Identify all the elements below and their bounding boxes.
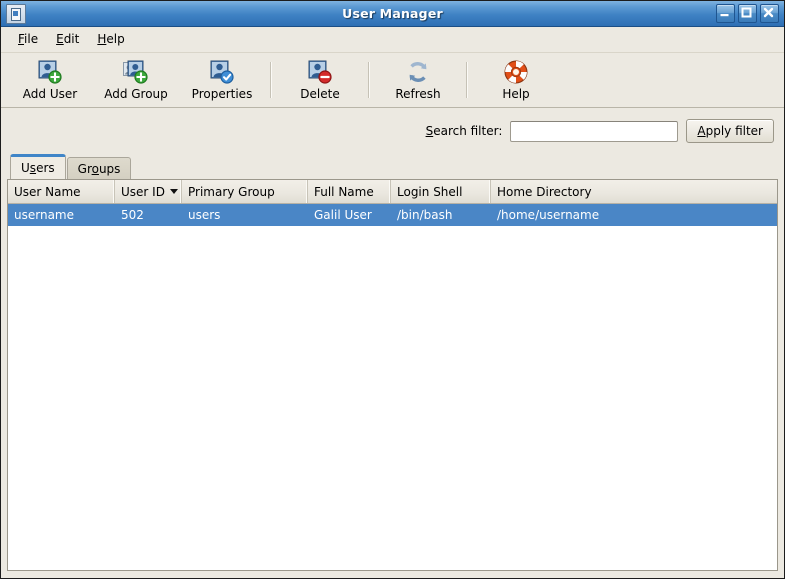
- toolbar-separator-3: [466, 62, 468, 98]
- cell-login-shell: /bin/bash: [397, 208, 453, 222]
- column-header-login-shell-label: Login Shell: [397, 184, 463, 199]
- cell-home-directory: /home/username: [497, 208, 600, 222]
- maximize-button[interactable]: [738, 4, 757, 23]
- properties-label: Properties: [191, 87, 253, 101]
- column-header-user-name-label: User Name: [14, 184, 81, 199]
- menu-edit-rest: dit: [63, 32, 80, 46]
- column-header-user-id-label: User ID: [121, 184, 165, 199]
- search-filter-label: Search filter:: [426, 124, 503, 138]
- column-header-primary-group-label: Primary Group: [188, 184, 275, 199]
- tab-panel: Users Groups User Name User ID Primary G…: [1, 154, 784, 578]
- help-icon: [503, 59, 529, 85]
- column-header-user-name[interactable]: User Name: [8, 180, 115, 203]
- search-filter-input[interactable]: [510, 120, 679, 142]
- cell-full-name: Galil User: [314, 208, 372, 222]
- sort-descending-icon: [169, 189, 178, 194]
- user-manager-window: User Manager File Edit Help Add User Add…: [0, 0, 785, 579]
- add-group-icon: [123, 59, 149, 85]
- add-user-button[interactable]: Add User: [7, 54, 93, 106]
- apply-filter-button[interactable]: Apply filter: [686, 119, 774, 143]
- refresh-icon: [405, 59, 431, 85]
- toolbar-separator-2: [368, 62, 370, 98]
- properties-button[interactable]: Properties: [179, 54, 265, 106]
- filter-bar: Search filter: Apply filter: [1, 108, 784, 154]
- list-body: username 502 users Galil User /bin/bash …: [8, 204, 777, 570]
- tab-users[interactable]: Users: [10, 154, 66, 179]
- cell-primary-group: users: [188, 208, 221, 222]
- window-title: User Manager: [342, 6, 443, 21]
- add-user-label: Add User: [22, 87, 78, 101]
- window-controls: [716, 4, 781, 23]
- delete-label: Delete: [300, 87, 340, 101]
- column-header-home-directory-label: Home Directory: [497, 184, 592, 199]
- menu-item-help[interactable]: Help: [88, 29, 133, 49]
- title-bar: User Manager: [1, 1, 784, 27]
- menu-item-file[interactable]: File: [9, 29, 47, 49]
- menu-item-edit[interactable]: Edit: [47, 29, 88, 49]
- cell-user-id: 502: [121, 208, 144, 222]
- add-user-icon: [37, 59, 63, 85]
- tab-strip: Users Groups: [7, 154, 778, 179]
- tab-groups[interactable]: Groups: [66, 157, 132, 179]
- table-row[interactable]: username 502 users Galil User /bin/bash …: [8, 204, 777, 226]
- delete-icon: [307, 59, 333, 85]
- column-header-login-shell[interactable]: Login Shell: [391, 180, 491, 203]
- toolbar-separator-1: [270, 62, 272, 98]
- menu-help-rest: elp: [106, 32, 125, 46]
- close-button[interactable]: [760, 4, 779, 23]
- properties-icon: [209, 59, 235, 85]
- help-button[interactable]: Help: [473, 54, 559, 106]
- add-group-label: Add Group: [104, 87, 168, 101]
- apply-filter-label-rest: pply filter: [705, 124, 763, 138]
- help-label: Help: [502, 87, 530, 101]
- refresh-label: Refresh: [395, 87, 441, 101]
- menu-bar: File Edit Help: [1, 27, 784, 52]
- list-header-row: User Name User ID Primary Group Full Nam…: [8, 180, 777, 204]
- column-header-home-directory[interactable]: Home Directory: [491, 180, 777, 203]
- apply-filter-mnemonic: A: [697, 124, 706, 138]
- tab-groups-label: Groups: [77, 161, 121, 176]
- users-list-view[interactable]: User Name User ID Primary Group Full Nam…: [7, 179, 778, 571]
- minimize-button[interactable]: [716, 4, 735, 23]
- column-header-full-name[interactable]: Full Name: [308, 180, 391, 203]
- column-header-primary-group[interactable]: Primary Group: [182, 180, 308, 203]
- toolbar: Add User Add Group Properties Delete Ref…: [1, 52, 784, 108]
- column-header-user-id[interactable]: User ID: [115, 180, 182, 203]
- column-header-full-name-label: Full Name: [314, 184, 374, 199]
- cell-user-name: username: [14, 208, 74, 222]
- user-manager-icon: [6, 3, 26, 24]
- search-filter-label-rest: earch filter:: [433, 124, 503, 138]
- tab-users-label: Users: [21, 161, 55, 175]
- add-group-button[interactable]: Add Group: [93, 54, 179, 106]
- refresh-button[interactable]: Refresh: [375, 54, 461, 106]
- menu-edit-mnemonic: E: [56, 32, 64, 46]
- menu-file-rest: ile: [24, 32, 39, 46]
- delete-button[interactable]: Delete: [277, 54, 363, 106]
